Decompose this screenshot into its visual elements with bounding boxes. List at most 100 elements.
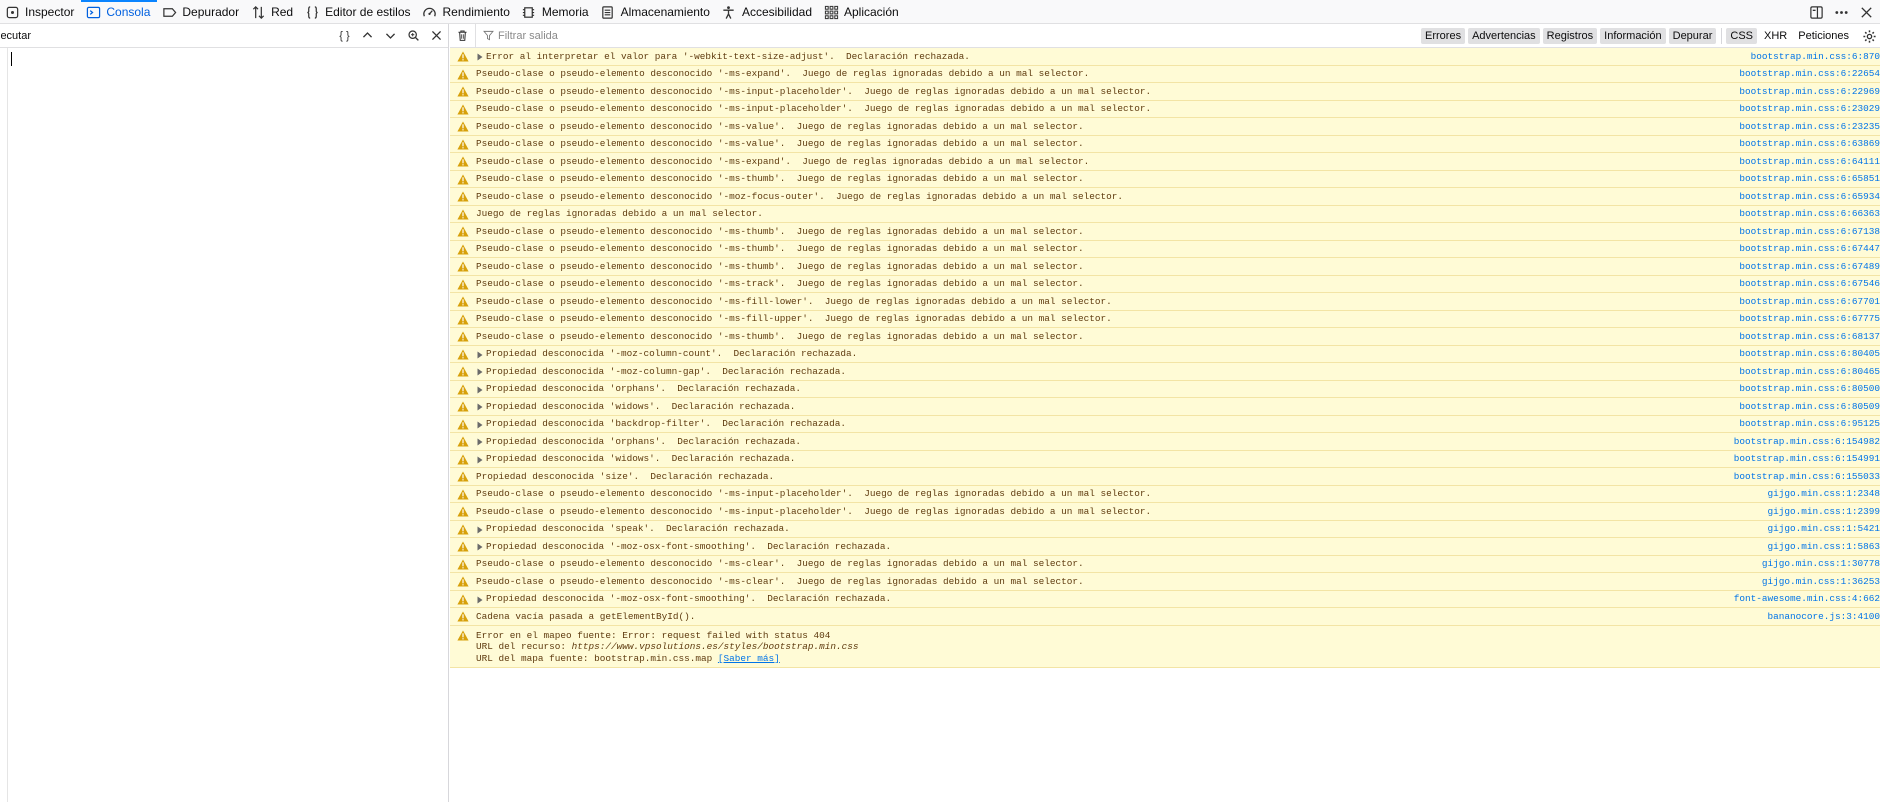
console-message[interactable]: Pseudo-clase o pseudo-elemento desconoci… xyxy=(450,135,1880,153)
close-icon[interactable] xyxy=(425,24,448,47)
message-source-link[interactable]: bootstrap.min.css:6:67138 xyxy=(1739,226,1880,237)
message-source-link[interactable]: bootstrap.min.css:6:870 xyxy=(1751,51,1880,62)
expand-arrow-icon[interactable] xyxy=(477,403,483,411)
code-editor[interactable] xyxy=(0,48,448,802)
message-source-link[interactable]: bootstrap.min.css:6:80465 xyxy=(1739,366,1880,377)
learn-more-link[interactable]: [Saber más] xyxy=(718,653,780,664)
console-message[interactable]: Error al interpretar el valor para '-web… xyxy=(450,48,1880,66)
console-message[interactable]: Propiedad desconocida '-moz-osx-font-smo… xyxy=(450,590,1880,608)
expand-arrow-icon[interactable] xyxy=(477,596,483,604)
filter-informacion-button[interactable]: Información xyxy=(1600,28,1666,44)
filter-peticiones-button[interactable]: Peticiones xyxy=(1794,28,1853,44)
tab-network[interactable]: Red xyxy=(246,0,300,24)
execute-button[interactable]: jecutar xyxy=(0,30,333,42)
message-source-link[interactable]: gijgo.min.css:1:5863 xyxy=(1767,541,1880,552)
message-source-link[interactable]: bootstrap.min.css:6:154991 xyxy=(1734,453,1880,464)
console-message[interactable]: Pseudo-clase o pseudo-elemento desconoci… xyxy=(450,65,1880,83)
message-source-link[interactable]: bootstrap.min.css:6:80405 xyxy=(1739,348,1880,359)
console-message[interactable]: Propiedad desconocida 'speak'. Declaraci… xyxy=(450,520,1880,538)
tab-accessibility[interactable]: Accesibilidad xyxy=(717,0,819,24)
message-source-link[interactable]: bootstrap.min.css:6:23029 xyxy=(1739,103,1880,114)
gear-icon[interactable] xyxy=(1858,25,1880,47)
expand-arrow-icon[interactable] xyxy=(477,421,483,429)
tab-performance[interactable]: Rendimiento xyxy=(418,0,517,24)
console-message[interactable]: Juego de reglas ignoradas debido a un ma… xyxy=(450,205,1880,223)
message-source-link[interactable]: bootstrap.min.css:6:67775 xyxy=(1739,313,1880,324)
filter-xhr-button[interactable]: XHR xyxy=(1760,28,1791,44)
console-message[interactable]: Propiedad desconocida 'orphans'. Declara… xyxy=(450,433,1880,451)
console-message[interactable]: Pseudo-clase o pseudo-elemento desconoci… xyxy=(450,83,1880,101)
console-message[interactable]: Propiedad desconocida 'widows'. Declarac… xyxy=(450,398,1880,416)
console-message[interactable]: Pseudo-clase o pseudo-elemento desconoci… xyxy=(450,275,1880,293)
message-source-link[interactable]: bootstrap.min.css:6:67546 xyxy=(1739,278,1880,289)
message-source-link[interactable]: font-awesome.min.css:4:662 xyxy=(1734,593,1880,604)
console-message[interactable]: Pseudo-clase o pseudo-elemento desconoci… xyxy=(450,240,1880,258)
expand-arrow-icon[interactable] xyxy=(477,368,483,376)
expand-arrow-icon[interactable] xyxy=(477,438,483,446)
message-source-link[interactable]: bootstrap.min.css:6:80500 xyxy=(1739,383,1880,394)
message-source-link[interactable]: bootstrap.min.css:6:67447 xyxy=(1739,243,1880,254)
filter-depurar-button[interactable]: Depurar xyxy=(1668,28,1717,44)
message-source-link[interactable]: bootstrap.min.css:6:67489 xyxy=(1739,261,1880,272)
console-message[interactable]: Pseudo-clase o pseudo-elemento desconoci… xyxy=(450,170,1880,188)
filter-output-field[interactable] xyxy=(483,29,1143,42)
tab-application[interactable]: Aplicación xyxy=(819,0,906,24)
message-source-link[interactable]: bootstrap.min.css:6:63869 xyxy=(1739,138,1880,149)
search-icon[interactable] xyxy=(402,24,425,47)
tab-storage[interactable]: Almacenamiento xyxy=(596,0,717,24)
expand-arrow-icon[interactable] xyxy=(477,543,483,551)
filter-errores-button[interactable]: Errores xyxy=(1421,28,1466,44)
message-source-link[interactable]: bootstrap.min.css:6:64111 xyxy=(1739,156,1880,167)
close-icon[interactable] xyxy=(1855,1,1877,23)
expand-arrow-icon[interactable] xyxy=(477,386,483,394)
chevron-down-icon[interactable] xyxy=(379,24,402,47)
console-message[interactable]: Pseudo-clase o pseudo-elemento desconoci… xyxy=(450,485,1880,503)
message-source-link[interactable]: bootstrap.min.css:6:22654 xyxy=(1739,68,1880,79)
console-message[interactable]: Propiedad desconocida 'orphans'. Declara… xyxy=(450,380,1880,398)
console-message[interactable]: Pseudo-clase o pseudo-elemento desconoci… xyxy=(450,188,1880,206)
dock-icon[interactable] xyxy=(1805,1,1827,23)
tab-console[interactable]: Consola xyxy=(81,0,158,24)
console-message[interactable]: Pseudo-clase o pseudo-elemento desconoci… xyxy=(450,118,1880,136)
message-source-link[interactable]: bootstrap.min.css:6:22969 xyxy=(1739,86,1880,97)
console-message[interactable]: Propiedad desconocida 'backdrop-filter'.… xyxy=(450,415,1880,433)
message-source-link[interactable]: bootstrap.min.css:6:65934 xyxy=(1739,191,1880,202)
console-message[interactable]: Pseudo-clase o pseudo-elemento desconoci… xyxy=(450,555,1880,573)
console-message[interactable]: Cadena vacía pasada a getElementById(). b… xyxy=(450,608,1880,626)
console-message[interactable]: Propiedad desconocida 'size'. Declaració… xyxy=(450,468,1880,486)
console-message[interactable]: Pseudo-clase o pseudo-elemento desconoci… xyxy=(450,573,1880,591)
expand-arrow-icon[interactable] xyxy=(477,456,483,464)
console-message[interactable]: Pseudo-clase o pseudo-elemento desconoci… xyxy=(450,258,1880,276)
filter-output-input[interactable] xyxy=(498,29,1098,42)
console-message[interactable]: Pseudo-clase o pseudo-elemento desconoci… xyxy=(450,328,1880,346)
tab-debugger[interactable]: Depurador xyxy=(157,0,246,24)
more-icon[interactable] xyxy=(1830,1,1852,23)
message-source-link[interactable]: bootstrap.min.css:6:155033 xyxy=(1734,471,1880,482)
message-source-link[interactable]: bootstrap.min.css:6:80509 xyxy=(1739,401,1880,412)
message-source-link[interactable]: bootstrap.min.css:6:67701 xyxy=(1739,296,1880,307)
message-source-link[interactable]: bootstrap.min.css:6:23235 xyxy=(1739,121,1880,132)
console-message[interactable]: Pseudo-clase o pseudo-elemento desconoci… xyxy=(450,503,1880,521)
expand-arrow-icon[interactable] xyxy=(477,351,483,359)
chevron-up-icon[interactable] xyxy=(356,24,379,47)
message-source-link[interactable]: gijgo.min.css:1:2399 xyxy=(1767,506,1880,517)
message-source-link[interactable]: bananocore.js:3:4100 xyxy=(1767,611,1880,622)
message-source-link[interactable]: bootstrap.min.css:6:95125 xyxy=(1739,418,1880,429)
filter-registros-button[interactable]: Registros xyxy=(1542,28,1598,44)
console-message[interactable]: Pseudo-clase o pseudo-elemento desconoci… xyxy=(450,223,1880,241)
tab-style-editor[interactable]: Editor de estilos xyxy=(300,0,417,24)
console-message[interactable]: Pseudo-clase o pseudo-elemento desconoci… xyxy=(450,100,1880,118)
trash-icon[interactable] xyxy=(450,23,476,48)
sourcemap-error-message[interactable]: Error en el mapeo fuente: Error: request… xyxy=(450,625,1880,668)
tab-memory[interactable]: Memoria xyxy=(517,0,596,24)
message-source-link[interactable]: bootstrap.min.css:6:65851 xyxy=(1739,173,1880,184)
console-message[interactable]: Propiedad desconocida '-moz-osx-font-smo… xyxy=(450,538,1880,556)
expand-arrow-icon[interactable] xyxy=(477,53,483,61)
message-source-link[interactable]: gijgo.min.css:1:2348 xyxy=(1767,488,1880,499)
console-message[interactable]: Propiedad desconocida 'widows'. Declarac… xyxy=(450,450,1880,468)
console-message[interactable]: Pseudo-clase o pseudo-elemento desconoci… xyxy=(450,153,1880,171)
tab-inspector[interactable]: Inspector xyxy=(0,0,81,24)
console-message[interactable]: Propiedad desconocida '-moz-column-count… xyxy=(450,345,1880,363)
console-message[interactable]: Pseudo-clase o pseudo-elemento desconoci… xyxy=(450,293,1880,311)
console-message[interactable]: Pseudo-clase o pseudo-elemento desconoci… xyxy=(450,310,1880,328)
